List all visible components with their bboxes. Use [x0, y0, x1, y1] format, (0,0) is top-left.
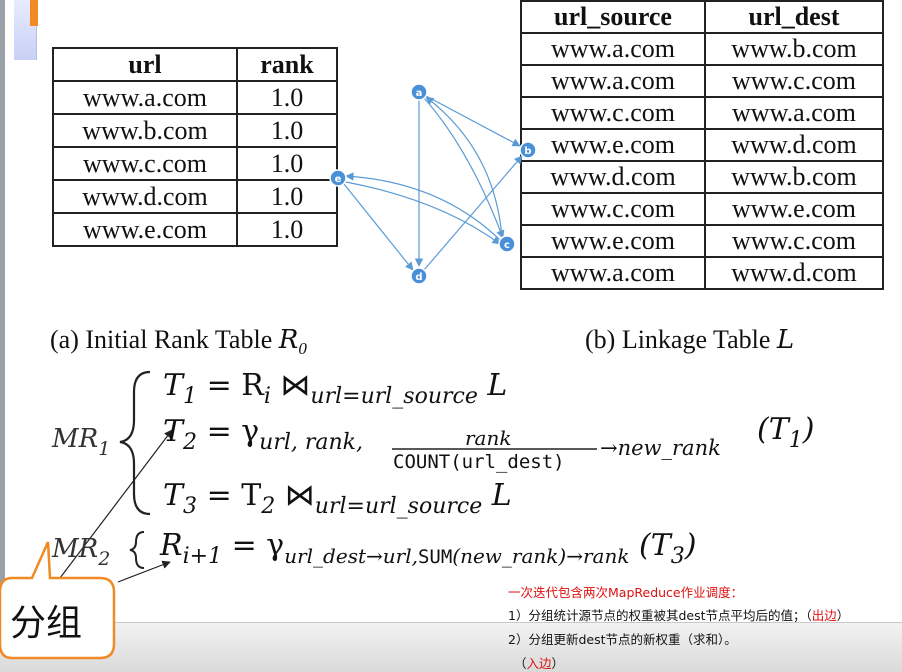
- callout-bubble[interactable]: [0, 0, 902, 671]
- callout-label: 分组: [10, 603, 83, 644]
